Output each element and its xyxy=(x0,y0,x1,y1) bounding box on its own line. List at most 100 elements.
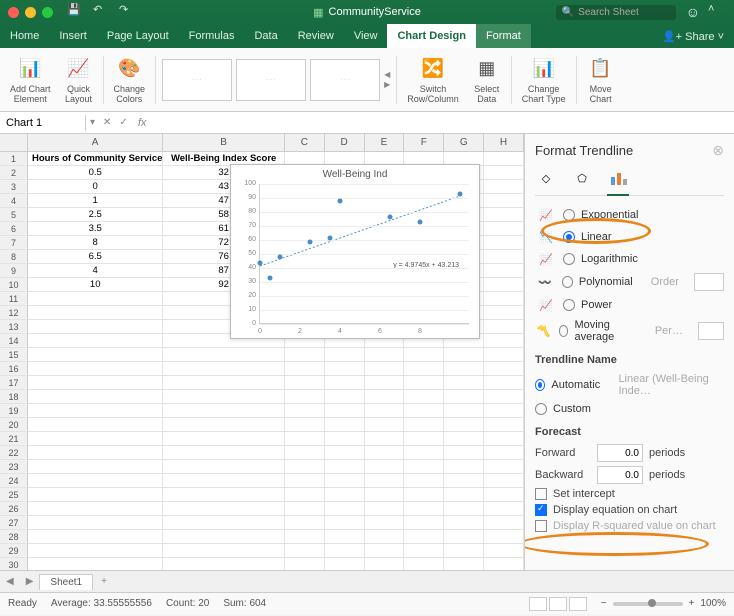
data-point[interactable] xyxy=(418,220,423,225)
cell[interactable] xyxy=(325,432,365,446)
cell[interactable] xyxy=(484,152,524,166)
style-thumb[interactable]: · · · xyxy=(310,59,380,101)
cell[interactable] xyxy=(365,544,405,558)
row-header[interactable]: 14 xyxy=(0,334,28,348)
cell[interactable] xyxy=(325,460,365,474)
data-point[interactable] xyxy=(268,276,273,281)
row-header[interactable]: 13 xyxy=(0,320,28,334)
cell[interactable] xyxy=(28,432,163,446)
cell[interactable] xyxy=(484,362,524,376)
cell[interactable] xyxy=(365,516,405,530)
cell[interactable] xyxy=(365,376,405,390)
cell[interactable] xyxy=(365,530,405,544)
cell[interactable] xyxy=(28,362,163,376)
sheet-nav-next-icon[interactable]: ▶ xyxy=(20,576,40,587)
cell[interactable] xyxy=(404,488,444,502)
search-sheet-input[interactable]: 🔍 Search Sheet xyxy=(556,5,676,20)
cell[interactable] xyxy=(404,404,444,418)
cell[interactable] xyxy=(325,502,365,516)
col-header[interactable]: G xyxy=(444,134,484,151)
tab-format[interactable]: Format xyxy=(476,24,531,48)
cell[interactable] xyxy=(28,544,163,558)
trendline-power[interactable]: 📈Power xyxy=(535,294,724,316)
radio[interactable] xyxy=(559,325,569,337)
fill-tab-icon[interactable]: ◇ xyxy=(535,167,557,189)
row-header[interactable]: 28 xyxy=(0,530,28,544)
radio[interactable] xyxy=(535,403,547,415)
cell[interactable] xyxy=(163,348,284,362)
cell[interactable] xyxy=(404,432,444,446)
fx-icon[interactable]: fx xyxy=(132,117,153,129)
cell[interactable] xyxy=(444,530,484,544)
cell[interactable] xyxy=(444,432,484,446)
cell[interactable] xyxy=(404,516,444,530)
cell[interactable] xyxy=(365,460,405,474)
row-header[interactable]: 17 xyxy=(0,376,28,390)
cell[interactable] xyxy=(28,460,163,474)
cell[interactable] xyxy=(484,390,524,404)
cell[interactable] xyxy=(28,418,163,432)
cell[interactable] xyxy=(285,418,325,432)
table-row[interactable] xyxy=(28,404,524,418)
trendline-logarithmic[interactable]: 📈Logarithmic xyxy=(535,248,724,270)
normal-view-icon[interactable] xyxy=(529,597,547,611)
cell[interactable] xyxy=(365,348,405,362)
select-data-button[interactable]: ▦Select Data xyxy=(469,53,505,107)
row-header[interactable]: 27 xyxy=(0,516,28,530)
row-header[interactable]: 22 xyxy=(0,446,28,460)
tab-home[interactable]: Home xyxy=(0,24,49,48)
cell[interactable]: 1 xyxy=(28,194,163,208)
tab-insert[interactable]: Insert xyxy=(49,24,97,48)
row-header[interactable]: 2 xyxy=(0,166,28,180)
sheet-nav-prev-icon[interactable]: ◀ xyxy=(0,576,20,587)
cell[interactable] xyxy=(28,488,163,502)
row-header[interactable]: 9 xyxy=(0,264,28,278)
cell[interactable] xyxy=(444,460,484,474)
checkbox[interactable] xyxy=(535,488,547,500)
col-header[interactable]: B xyxy=(163,134,285,151)
sheet-tab[interactable]: Sheet1 xyxy=(39,574,93,590)
cell[interactable] xyxy=(285,404,325,418)
cell[interactable] xyxy=(325,348,365,362)
row-header[interactable]: 8 xyxy=(0,250,28,264)
cell[interactable] xyxy=(404,418,444,432)
set-intercept[interactable]: Set intercept xyxy=(535,486,724,502)
cell[interactable] xyxy=(484,516,524,530)
close-window[interactable] xyxy=(8,7,19,18)
cell[interactable] xyxy=(325,474,365,488)
table-row[interactable] xyxy=(28,474,524,488)
close-panel-icon[interactable]: ⊗ xyxy=(712,142,724,159)
trendline[interactable] xyxy=(260,184,524,334)
cell[interactable] xyxy=(365,362,405,376)
tab-formulas[interactable]: Formulas xyxy=(179,24,245,48)
change-chart-type-button[interactable]: 📊Change Chart Type xyxy=(518,53,570,107)
cell[interactable] xyxy=(163,404,284,418)
row-header[interactable]: 15 xyxy=(0,348,28,362)
zoom-in-icon[interactable]: + xyxy=(689,598,695,609)
cell[interactable] xyxy=(163,432,284,446)
row-header[interactable]: 12 xyxy=(0,306,28,320)
cell[interactable]: 10 xyxy=(28,278,163,292)
checkbox[interactable] xyxy=(535,520,547,532)
cell[interactable]: 0.5 xyxy=(28,166,163,180)
radio[interactable] xyxy=(563,299,575,311)
data-point[interactable] xyxy=(308,239,313,244)
quick-layout-button[interactable]: 📈Quick Layout xyxy=(61,53,97,107)
cell[interactable] xyxy=(484,530,524,544)
cell[interactable]: 6.5 xyxy=(28,250,163,264)
cell[interactable] xyxy=(484,544,524,558)
display-equation[interactable]: Display equation on chart xyxy=(535,502,724,518)
cell[interactable] xyxy=(28,516,163,530)
cell[interactable] xyxy=(325,446,365,460)
cell[interactable] xyxy=(325,404,365,418)
table-row[interactable] xyxy=(28,348,524,362)
cell[interactable] xyxy=(163,390,284,404)
cell[interactable] xyxy=(163,516,284,530)
table-row[interactable] xyxy=(28,544,524,558)
zoom-out-icon[interactable]: − xyxy=(601,598,607,609)
cell[interactable] xyxy=(163,376,284,390)
embedded-chart[interactable]: Well-Being Ind y = 4.9745x + 43.213 0102… xyxy=(230,164,480,339)
zoom-slider[interactable] xyxy=(613,602,683,606)
tab-chart-design[interactable]: Chart Design xyxy=(387,24,475,48)
cell[interactable] xyxy=(163,502,284,516)
